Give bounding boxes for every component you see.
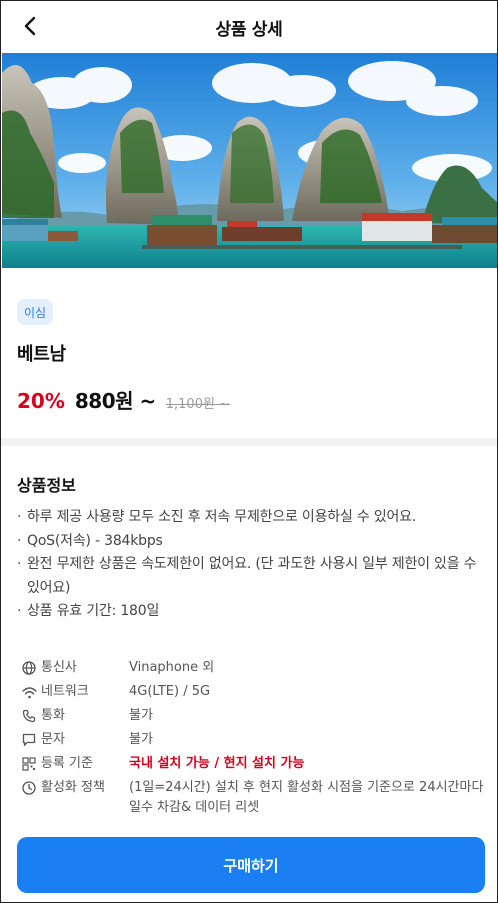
info-bullet: 하루 제공 사용량 모두 소진 후 저속 무제한으로 이용하실 수 있어요. — [17, 506, 483, 530]
info-bullet: 완전 무제한 상품은 속도제한이 없어요. (단 과도한 사용시 일부 제한이 … — [17, 553, 483, 600]
spec-label: 통화 — [41, 708, 65, 723]
spec-row-activation: 활성화 정책 (1일=24시간) 설치 후 현지 활성화 시점을 기준으로 24… — [17, 776, 487, 818]
back-button[interactable] — [17, 13, 43, 39]
spec-label: 활성화 정책 — [41, 780, 105, 795]
spec-list: 통신사 Vinaphone 외 네트워크 4G(LTE) / 5G 통화 불가 … — [17, 656, 487, 818]
spec-row-install: 등록 기준 국내 설치 가능 / 현지 설치 가능 — [17, 752, 487, 776]
screen: 상품 상세 이심 베트남 20% 880원 ~ 1,100원 ~ 상품정보 · … — [0, 0, 498, 903]
spec-value: 불가 — [129, 708, 153, 723]
qr-icon — [17, 752, 41, 776]
info-bullet: QoS(저속) - 384kbps — [17, 530, 483, 554]
spec-value: 불가 — [129, 732, 153, 747]
spec-label: 문자 — [41, 732, 65, 747]
header: 상품 상세 — [1, 1, 497, 53]
globe-icon — [17, 656, 41, 680]
spec-row-call: 통화 불가 — [17, 704, 487, 728]
section-divider — [1, 438, 497, 446]
clock-icon — [17, 776, 41, 800]
spec-row-network: 네트워크 4G(LTE) / 5G — [17, 680, 487, 704]
spec-value: 국내 설치 가능 / 현지 설치 가능 — [129, 756, 305, 771]
discount-rate: 20% — [17, 389, 65, 413]
spec-label: 등록 기준 — [41, 756, 93, 771]
spec-label: 통신사 — [41, 660, 77, 675]
buy-button[interactable]: 구매하기 — [17, 837, 485, 893]
sale-price: 880원 ~ — [74, 389, 156, 413]
price-row: 20% 880원 ~ 1,100원 ~ — [17, 385, 230, 414]
page-title: 상품 상세 — [215, 19, 283, 40]
wifi-icon — [17, 680, 41, 704]
phone-icon — [17, 704, 41, 728]
message-icon — [17, 728, 41, 752]
product-country: 베트남 — [17, 344, 66, 365]
chevron-left-icon — [24, 16, 36, 36]
spec-row-sms: 문자 불가 — [17, 728, 487, 752]
info-section-title: 상품정보 — [17, 476, 76, 495]
original-price: 1,100원 ~ — [165, 397, 230, 412]
product-image — [2, 53, 497, 268]
spec-value: 4G(LTE) / 5G — [129, 684, 211, 699]
info-bullet: 상품 유효 기간: 180일 — [17, 600, 483, 624]
spec-row-carrier: 통신사 Vinaphone 외 — [17, 656, 487, 680]
spec-value: (1일=24시간) 설치 후 현지 활성화 시점을 기준으로 24시간마다 일수… — [129, 780, 484, 815]
spec-label: 네트워크 — [41, 684, 89, 699]
spec-value: Vinaphone 외 — [129, 660, 215, 675]
esim-badge: 이심 — [17, 299, 54, 325]
info-bullet-list: 하루 제공 사용량 모두 소진 후 저속 무제한으로 이용하실 수 있어요. Q… — [17, 506, 483, 624]
